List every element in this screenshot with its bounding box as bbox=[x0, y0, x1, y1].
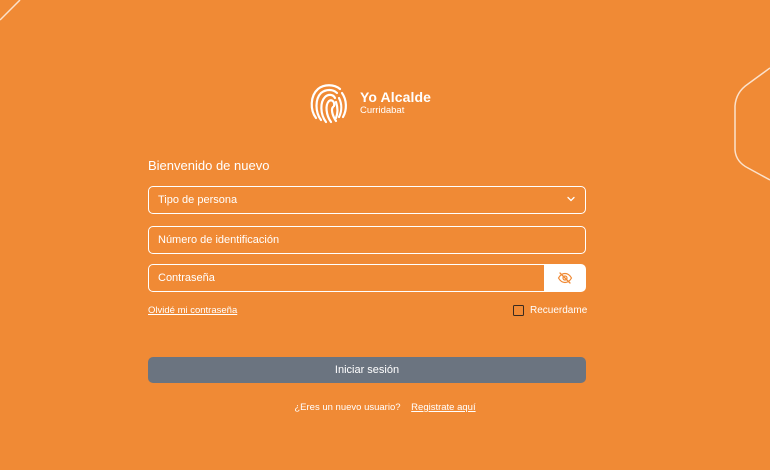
login-button[interactable]: Iniciar sesión bbox=[148, 357, 586, 383]
chevron-down-icon bbox=[567, 196, 575, 202]
brand-text: Yo Alcalde Curridabat bbox=[360, 90, 431, 116]
toggle-password-visibility-button[interactable] bbox=[544, 264, 586, 292]
forgot-password-link[interactable]: Olvidé mi contraseña bbox=[148, 305, 237, 316]
brand-subtitle: Curridabat bbox=[360, 105, 405, 117]
remember-me-label: Recuerdame bbox=[530, 305, 588, 316]
person-type-select[interactable]: Tipo de persona bbox=[148, 186, 586, 214]
brand-logo: Yo Alcalde Curridabat bbox=[306, 80, 431, 126]
welcome-heading: Bienvenido de nuevo bbox=[148, 158, 270, 173]
remember-me[interactable]: Recuerdame bbox=[513, 305, 587, 316]
fingerprint-logo-icon bbox=[310, 84, 347, 124]
id-number-placeholder: Número de identificación bbox=[158, 234, 280, 246]
new-user-prompt: ¿Eres un nuevo usuario? bbox=[294, 402, 401, 413]
person-type-label: Tipo de persona bbox=[158, 194, 238, 206]
register-link[interactable]: Registrate aquí bbox=[411, 402, 475, 413]
id-number-input[interactable]: Número de identificación bbox=[148, 226, 586, 254]
brand-title: Yo Alcalde bbox=[360, 89, 432, 106]
eye-slash-icon bbox=[557, 272, 573, 284]
remember-me-checkbox[interactable] bbox=[513, 305, 524, 316]
password-placeholder: Contraseña bbox=[158, 272, 215, 284]
register-row: ¿Eres un nuevo usuario? Registrate aquí bbox=[0, 402, 770, 413]
password-input[interactable]: Contraseña bbox=[148, 264, 545, 292]
